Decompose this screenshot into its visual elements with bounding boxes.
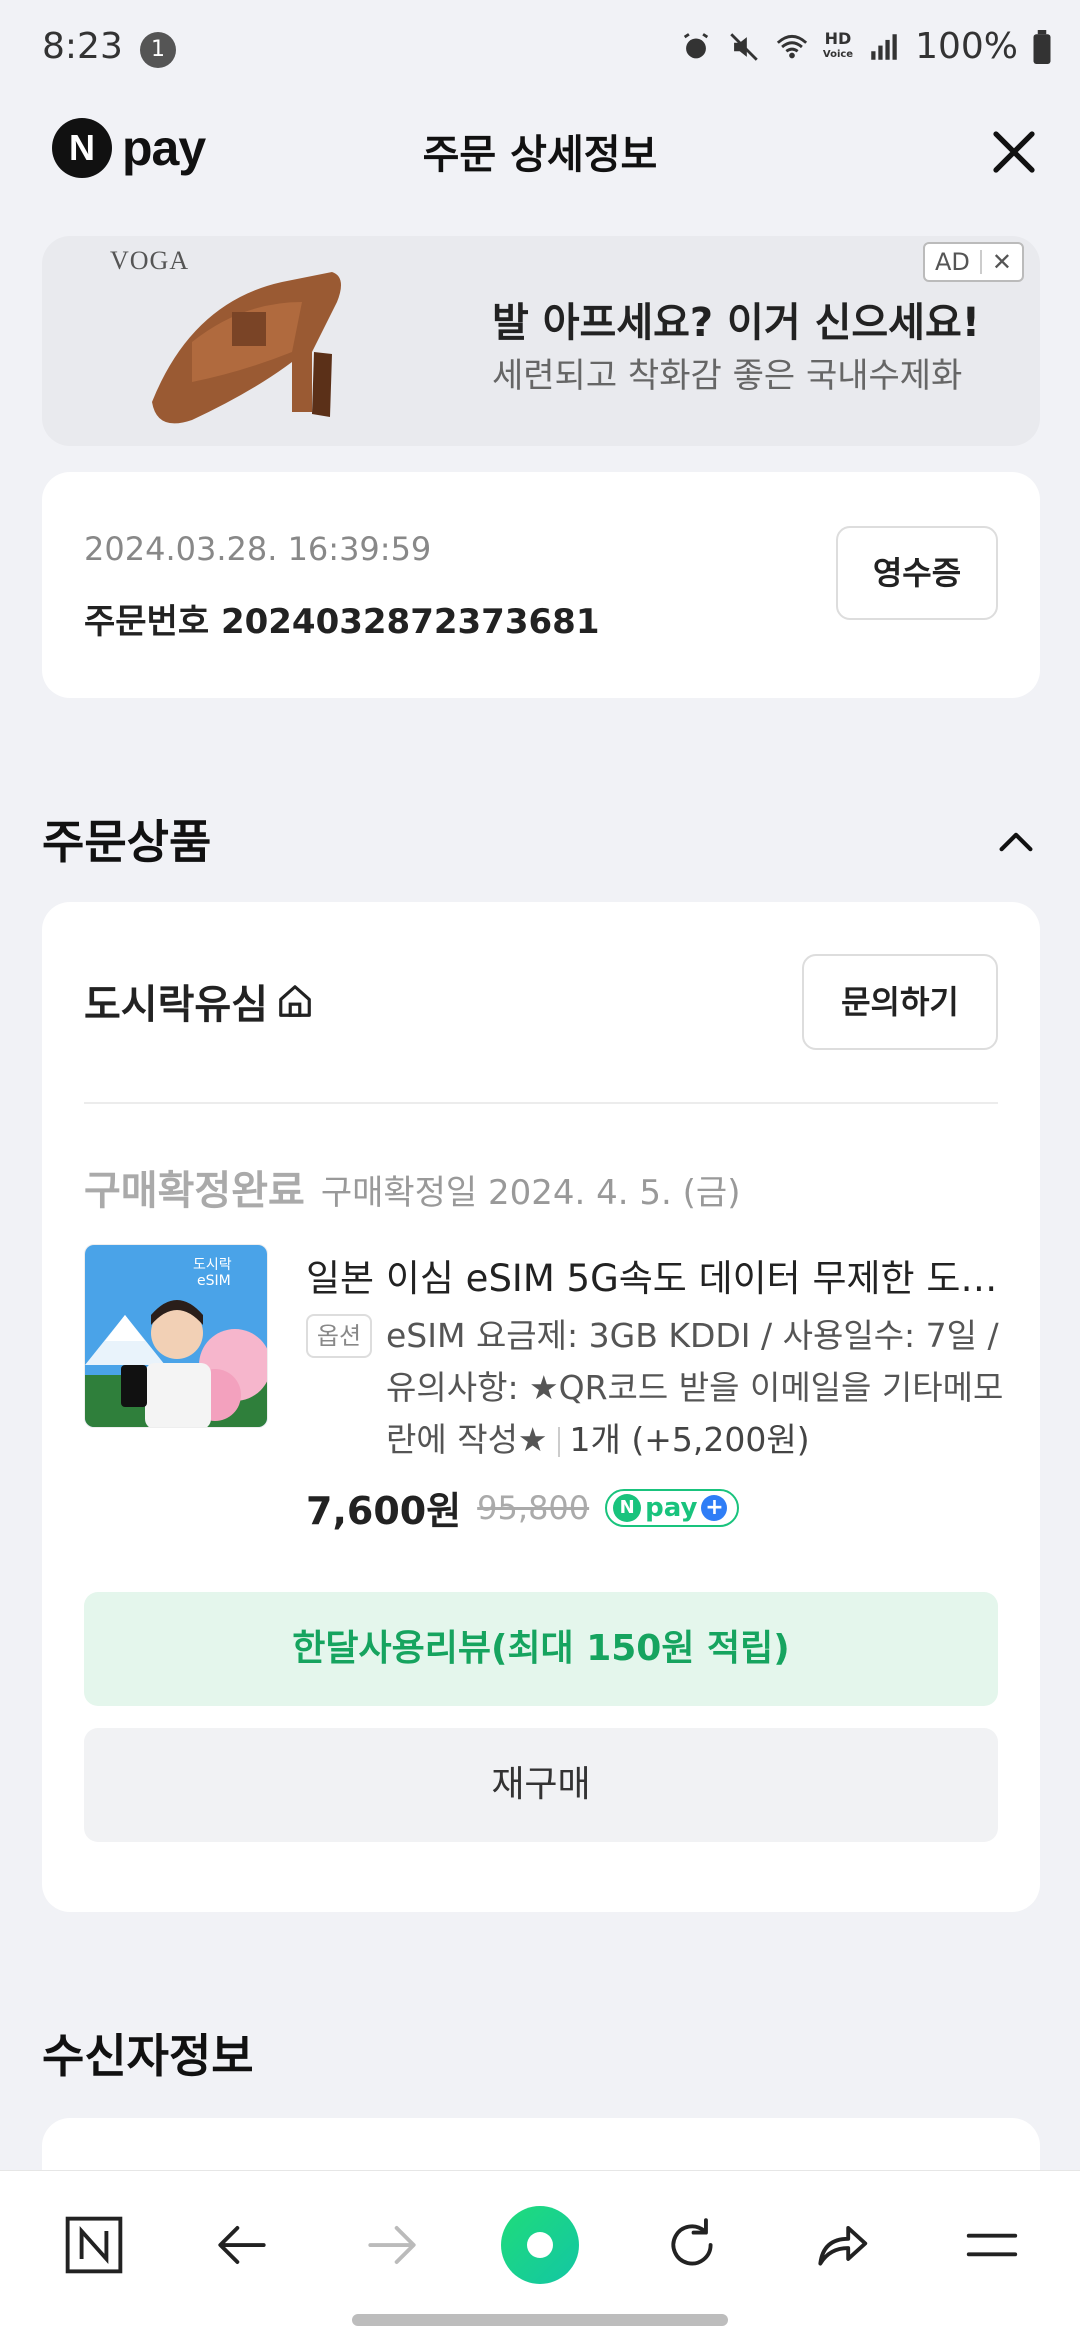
status-icons: HD Voice 100%	[679, 26, 1052, 67]
home-n-button[interactable]	[54, 2205, 134, 2285]
store-home-icon	[279, 985, 311, 1017]
chevron-up-icon[interactable]	[992, 818, 1040, 866]
hamburger-menu-icon	[966, 2233, 1018, 2257]
ad-banner[interactable]: VOGA AD ✕ 발 아프세요? 이거 신으세요! 세련되고 착화감 좋은 국…	[42, 236, 1040, 446]
order-number: 주문번호 2024032872373681	[84, 602, 600, 642]
purchase-status-row: 구매확정완료 구매확정일 2024. 4. 5. (금)	[84, 1158, 740, 1216]
arrow-right-icon	[368, 2226, 416, 2264]
refresh-button[interactable]	[652, 2205, 732, 2285]
battery-icon	[1033, 29, 1051, 64]
product-card: 도시락유심 문의하기 구매확정완료 구매확정일 2024. 4. 5. (금) …	[42, 902, 1040, 1912]
npay-label: pay	[645, 1492, 698, 1523]
quantity: 1개 (+5,200원)	[569, 1420, 810, 1459]
app-header: N pay 주문 상세정보	[0, 100, 1080, 230]
refresh-icon	[671, 2218, 713, 2266]
share-button[interactable]	[802, 2205, 882, 2285]
home-indicator[interactable]	[352, 2314, 728, 2326]
receipt-button[interactable]: 영수증	[836, 526, 998, 620]
product-image: 도시락 eSIM	[85, 1245, 267, 1427]
option-badge: 옵션	[306, 1314, 372, 1358]
hd-voice-icon: HD Voice	[822, 28, 854, 60]
npay-plus-badge: N pay +	[605, 1488, 740, 1527]
product-thumbnail[interactable]: 도시락 eSIM	[84, 1244, 268, 1428]
menu-button[interactable]	[952, 2205, 1032, 2285]
status-time: 8:23	[42, 26, 123, 67]
option-separator	[557, 1426, 560, 1457]
seller-label: 도시락유심	[84, 982, 268, 1028]
thumb-brand-line2: eSIM	[197, 1273, 231, 1289]
alarm-icon	[683, 32, 708, 58]
ad-badge[interactable]: AD ✕	[922, 242, 1024, 282]
purchase-status: 구매확정완료	[84, 1168, 305, 1214]
naver-home-icon	[65, 2216, 123, 2274]
product-name[interactable]: 일본 이심 eSIM 5G속도 데이터 무제한 도시락	[306, 1248, 1006, 1302]
ad-headline: 발 아프세요? 이거 신으세요!	[492, 300, 981, 346]
sale-price: 7,600원	[306, 1489, 462, 1533]
share-arrow-icon	[818, 2226, 868, 2266]
green-dot-button[interactable]	[500, 2205, 580, 2285]
ad-close-icon[interactable]: ✕	[982, 248, 1022, 276]
green-dot-icon	[501, 2206, 579, 2284]
recipient-heading: 수신자정보	[42, 2029, 254, 2083]
seller-name[interactable]: 도시락유심	[84, 972, 314, 1030]
notification-count-badge: 1	[140, 32, 176, 68]
price-row: 7,600원 95,800 N pay +	[306, 1480, 740, 1535]
mute-icon	[730, 32, 758, 61]
divider	[84, 1102, 998, 1104]
monthly-review-button[interactable]: 한달사용리뷰(최대 150원 적립)	[84, 1592, 998, 1706]
sandal-image	[152, 272, 341, 424]
ordered-products-heading: 주문상품	[42, 815, 212, 869]
ad-subline: 세련되고 착화감 좋은 국내수제화	[492, 356, 963, 396]
plus-icon: +	[701, 1494, 728, 1521]
close-icon[interactable]	[984, 122, 1044, 182]
thumb-brand-line1: 도시락	[193, 1257, 232, 1273]
original-price: 95,800	[477, 1488, 590, 1527]
forward-button[interactable]	[352, 2205, 432, 2285]
arrow-left-icon	[218, 2226, 266, 2264]
battery-percent: 100%	[915, 26, 1018, 67]
page-title: 주문 상세정보	[422, 132, 658, 178]
ad-label: AD	[934, 248, 970, 276]
rebuy-button[interactable]: 재구매	[84, 1728, 998, 1842]
option-text: eSIM 요금제: 3GB KDDI / 사용일수: 7일 / 유의사항: ★Q…	[386, 1310, 1006, 1466]
inquiry-button[interactable]: 문의하기	[802, 954, 998, 1050]
order-datetime: 2024.03.28. 16:39:59	[84, 530, 432, 568]
signal-icon	[871, 33, 897, 60]
npay-n-icon: N	[613, 1493, 642, 1522]
status-bar: 8:23 1 HD Voice 100%	[0, 0, 1080, 100]
back-button[interactable]	[202, 2205, 282, 2285]
purchase-confirm-date: 구매확정일 2024. 4. 5. (금)	[320, 1173, 741, 1213]
order-info-card: 2024.03.28. 16:39:59 주문번호 20240328723736…	[42, 472, 1040, 698]
wifi-icon	[776, 34, 807, 58]
